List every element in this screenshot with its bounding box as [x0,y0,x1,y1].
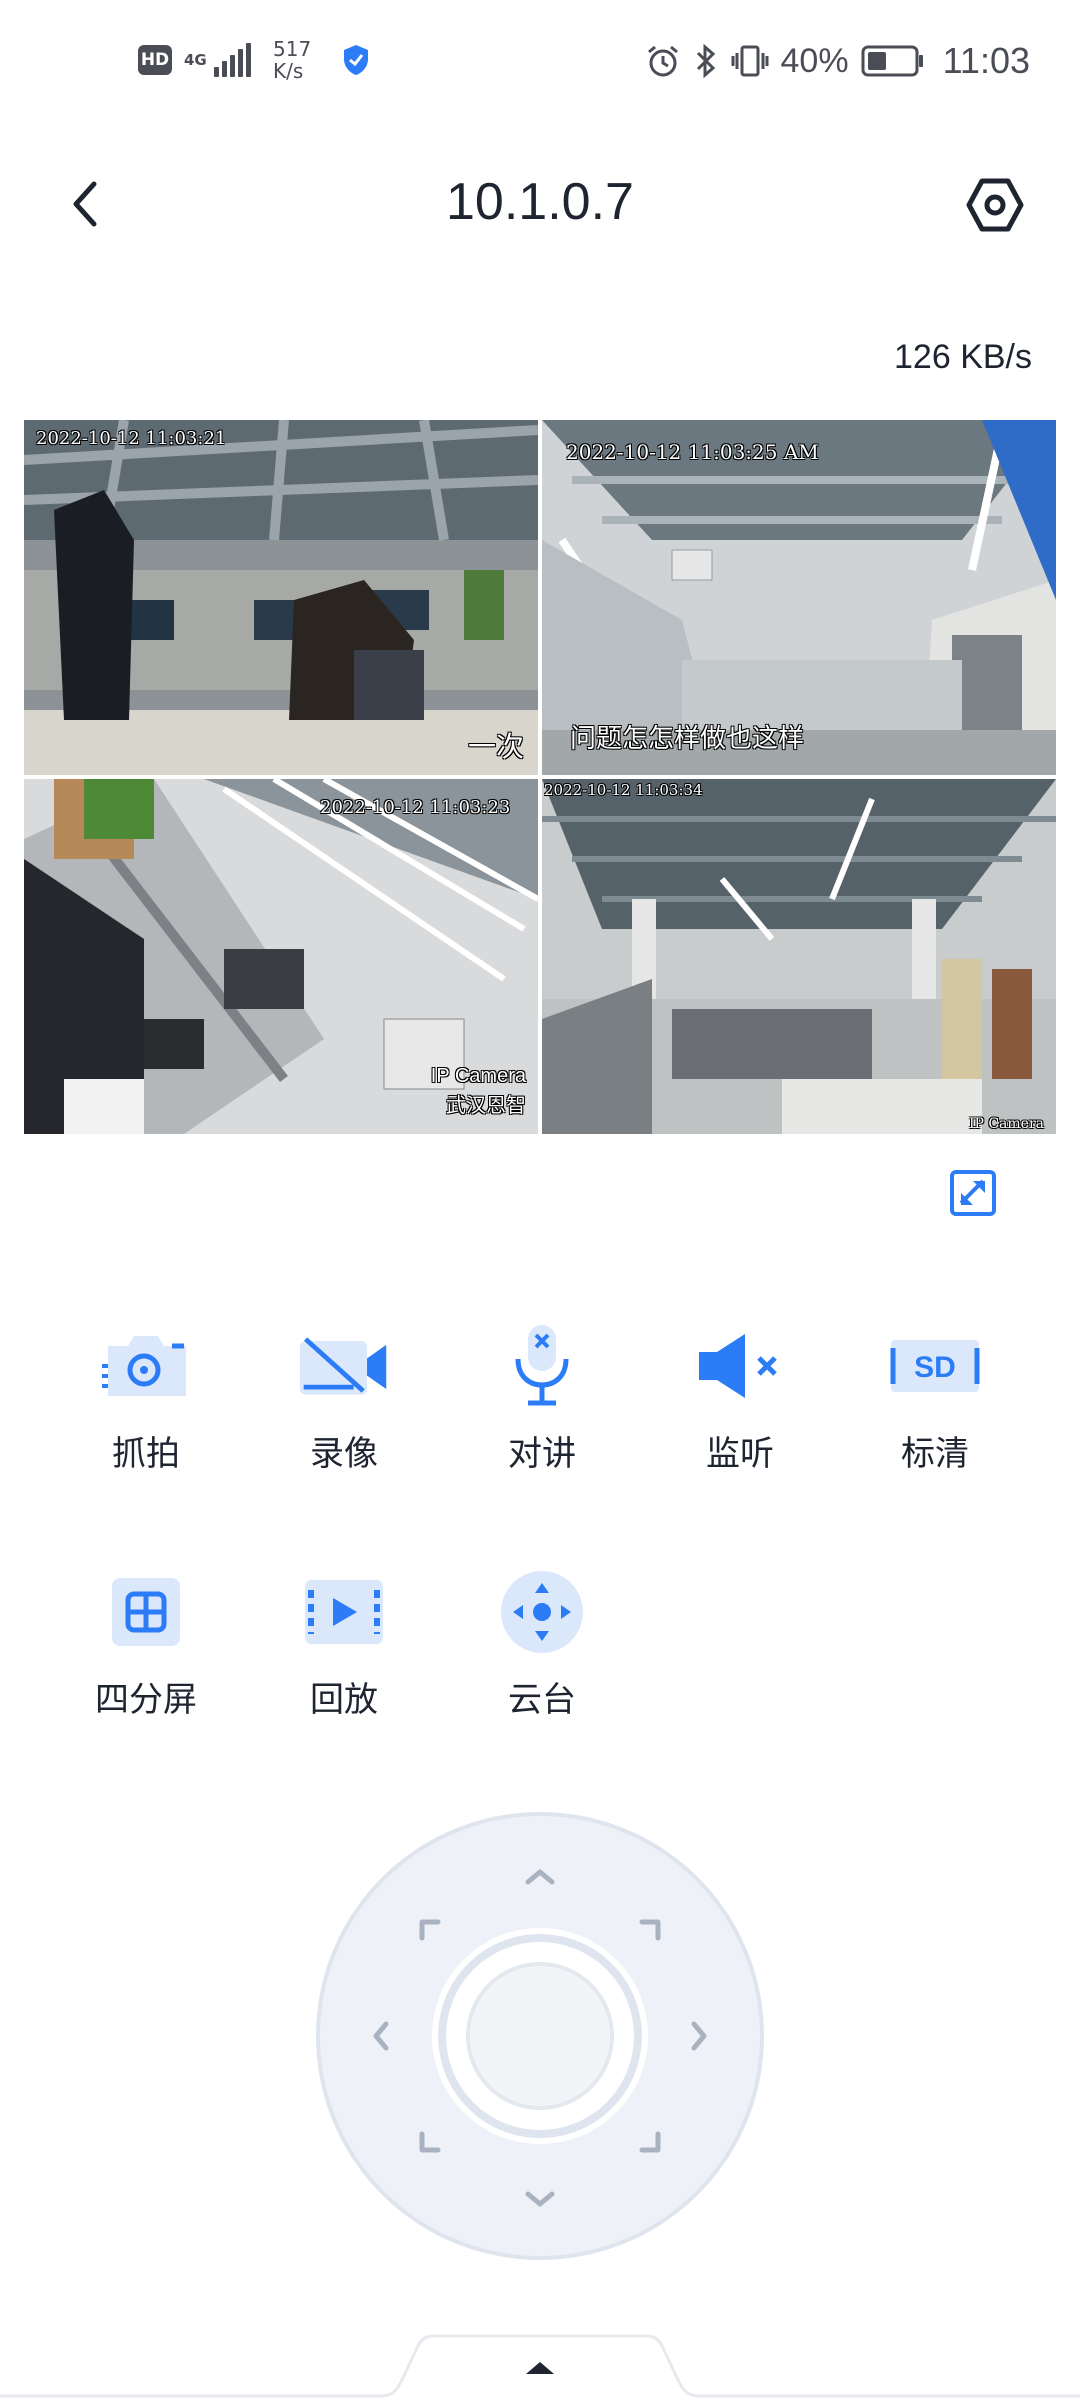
bluetooth-icon [696,43,715,79]
alarm-icon [647,45,678,77]
sd-quality-icon: SD [890,1340,980,1392]
header: 10.1.0.7 [0,150,1080,260]
network-type: 4G [184,50,207,69]
camera-view-1[interactable]: 2022-10-12 11:03:21 一次 [24,420,538,775]
talk-label: 对讲 [508,1434,576,1474]
camera-grid: 2022-10-12 11:03:21 一次 2022-10-12 11:03:… [24,420,1056,1134]
battery-icon [861,45,923,77]
status-left: HD 4G 517 K/s [138,38,371,82]
camera-view-3[interactable]: 2022-10-12 11:03:23 IP Camera 武汉恩智 [24,779,538,1134]
snapshot-label: 抓拍 [112,1434,180,1474]
quad-split-icon [112,1578,180,1646]
expand-panel-tab[interactable] [0,2330,1080,2400]
battery-percent: 40% [780,41,849,80]
camera-view-4[interactable]: 2022-10-12 11:03:34 IP Camera [542,779,1056,1134]
settings-hexagon-icon [966,178,1024,232]
shield-icon [344,45,369,75]
playback-label: 回放 [310,1680,378,1720]
record-button[interactable]: 录像 [269,1318,419,1478]
signal-icon [214,43,251,77]
net-speed: 517 K/s [273,38,311,82]
camera-3-caption-line1: IP Camera [430,1065,526,1087]
record-label: 录像 [310,1434,378,1474]
talk-button[interactable]: 对讲 [467,1318,617,1478]
ptz-pad [316,1812,764,2260]
stream-speed: 126 KB/s [894,338,1032,376]
camera-feed-1 [24,420,538,775]
listen-label: 监听 [706,1434,774,1474]
listen-button[interactable]: 监听 [665,1318,815,1478]
camera-3-caption-line2: 武汉恩智 [446,1093,526,1117]
hd-badge: HD [138,45,172,75]
ptz-icon [501,1571,583,1653]
status-right: 40% 11:03 [645,40,1030,82]
ptz-label: 云台 [508,1680,576,1720]
fullscreen-button[interactable] [948,1168,998,1218]
camera-feed-4 [542,779,1056,1134]
camera-4-caption: IP Camera [968,1116,1044,1132]
net-speed-value: 517 [273,37,312,61]
vibrate-icon [731,45,769,77]
quality-button[interactable]: SD 标清 [860,1318,1010,1478]
svg-text:SD: SD [914,1351,956,1384]
quad-split-label: 四分屏 [95,1680,197,1720]
camera-view-2[interactable]: 2022-10-12 11:03:25 AM 问题怎怎样做也这样 [542,420,1056,775]
camera-3-timestamp: 2022-10-12 11:03:23 [320,797,511,818]
listen-speaker-muted-icon [699,1334,777,1398]
playback-icon [305,1580,383,1644]
playback-button[interactable]: 回放 [269,1564,419,1724]
fullscreen-icon [950,1170,996,1216]
snapshot-camera-icon [102,1336,186,1396]
net-speed-unit: K/s [273,59,304,83]
talk-mic-muted-icon [515,1325,569,1406]
status-bar: HD 4G 517 K/s 40% 11:03 [0,0,1080,130]
expand-panel-shape [0,2334,1080,2400]
camera-1-timestamp: 2022-10-12 11:03:21 [36,428,227,449]
camera-2-timestamp: 2022-10-12 11:03:25 AM [566,440,819,464]
quality-label: 标清 [901,1434,969,1474]
ptz-button[interactable]: 云台 [467,1564,617,1724]
camera-2-caption: 问题怎怎样做也这样 [570,724,805,754]
camera-1-caption: 一次 [467,730,524,763]
record-video-off-icon [299,1337,387,1395]
clock: 11:03 [942,40,1030,81]
settings-button[interactable] [962,172,1028,238]
snapshot-button[interactable]: 抓拍 [71,1318,221,1478]
camera-4-timestamp: 2022-10-12 11:03:34 [544,781,703,799]
page-title: 10.1.0.7 [446,173,634,231]
ptz-joystick[interactable] [314,1810,766,2262]
quad-split-button[interactable]: 四分屏 [71,1564,221,1724]
